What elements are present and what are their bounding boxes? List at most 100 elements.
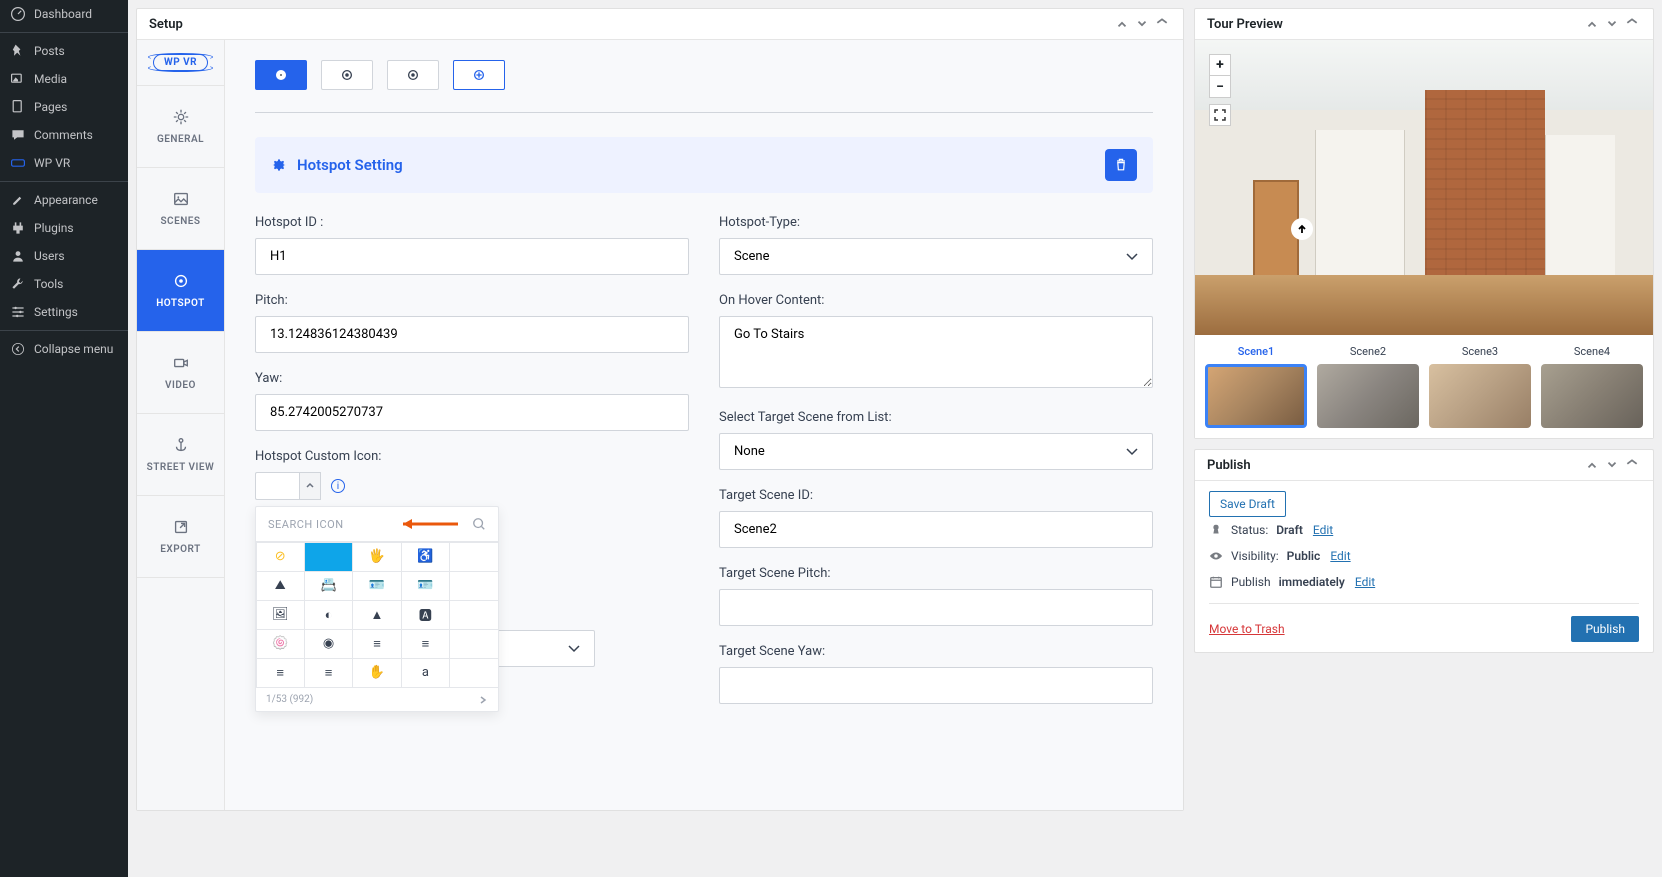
icon-option[interactable]: 🍥 [256,629,305,659]
icon-option[interactable]: 🪪 [401,571,450,601]
panel-toggle-icon[interactable] [1153,15,1171,33]
menu-users[interactable]: Users [0,242,128,270]
menu-dashboard[interactable]: Dashboard [0,0,128,28]
tour-preview-viewport[interactable]: + − [1195,40,1653,335]
icon-option[interactable] [449,542,498,572]
zoom-in-button[interactable]: + [1209,54,1231,76]
panel-down-icon[interactable] [1603,15,1621,33]
icon-option[interactable]: ◐ [304,600,353,630]
icon-option[interactable]: ≡ [352,629,401,659]
hotspot-nav-row [255,60,1153,113]
icon-option[interactable]: ≡ [256,658,305,688]
yaw-input[interactable] [255,394,689,431]
icon-option[interactable]: ♿ [401,542,450,572]
icon-option[interactable]: a [401,658,450,688]
edit-status-link[interactable]: Edit [1313,523,1333,537]
select-target-select[interactable]: None [719,433,1153,470]
target-pitch-input[interactable] [719,589,1153,626]
icon-option-none[interactable]: ⊘ [256,542,305,572]
target-id-input[interactable] [719,511,1153,548]
menu-plugins[interactable]: Plugins [0,214,128,242]
delete-hotspot-button[interactable] [1105,149,1137,181]
wp-admin-sidebar: Dashboard Posts Media Pages Comments WP … [0,0,128,877]
hotspot-id-label: Hotspot ID : [255,215,689,230]
menu-tools[interactable]: Tools [0,270,128,298]
hotspot-nav-3[interactable] [387,60,439,90]
tab-logo[interactable]: WP VR [137,40,224,86]
menu-collapse[interactable]: Collapse menu [0,335,128,363]
icon-option-selected[interactable] [304,542,353,572]
thumb-scene2[interactable]: Scene2 [1317,345,1419,428]
hover-content-input[interactable]: Go To Stairs [719,316,1153,388]
icon-option[interactable]: ▲ [352,600,401,630]
pitch-input[interactable] [255,316,689,353]
info-icon[interactable]: i [331,479,345,493]
menu-label: WP VR [34,156,70,170]
hotspot-nav-add[interactable] [453,60,505,90]
icon-option[interactable]: ✋ [352,658,401,688]
thumb-scene3[interactable]: Scene3 [1429,345,1531,428]
panel-down-icon[interactable] [1133,15,1151,33]
panel-up-icon[interactable] [1113,15,1131,33]
menu-posts[interactable]: Posts [0,37,128,65]
menu-appearance[interactable]: Appearance [0,186,128,214]
icon-option[interactable] [449,658,498,688]
tab-label: SCENES [160,216,200,227]
icon-option[interactable] [449,629,498,659]
menu-wpvr[interactable]: WP VR [0,149,128,177]
chevron-up-icon [305,481,315,491]
hotspot-id-input[interactable] [255,238,689,275]
tab-export[interactable]: EXPORT [137,496,224,578]
panel-toggle-icon[interactable] [1623,456,1641,474]
icon-option[interactable]: ≡ [304,658,353,688]
panel-up-icon[interactable] [1583,456,1601,474]
fullscreen-button[interactable] [1209,104,1231,126]
publish-button[interactable]: Publish [1571,616,1639,642]
hotspot-type-label: Hotspot-Type: [719,215,1153,230]
hotspot-nav-2[interactable] [321,60,373,90]
panel-up-icon[interactable] [1583,15,1601,33]
tab-video[interactable]: VIDEO [137,332,224,414]
thumb-label: Scene4 [1541,345,1643,358]
section-title: Hotspot Setting [297,156,403,174]
menu-label: Dashboard [34,7,92,21]
thumb-scene1[interactable]: Scene1 [1205,345,1307,428]
tab-scenes[interactable]: SCENES [137,168,224,250]
icon-option[interactable]: 🪪 [352,571,401,601]
icon-option[interactable] [449,571,498,601]
icon-option[interactable]: ≡ [401,629,450,659]
icon-option[interactable]: 🖐 [352,542,401,572]
menu-comments[interactable]: Comments [0,121,128,149]
tab-hotspot[interactable]: HOTSPOT [137,250,224,332]
thumb-label: Scene1 [1205,345,1307,358]
icon-option[interactable]: 🖼 [256,600,305,630]
hotspot-nav-1[interactable] [255,60,307,90]
trash-link[interactable]: Move to Trash [1209,622,1285,636]
icon-option[interactable]: 📇 [304,571,353,601]
icon-picker-toggle[interactable] [299,472,321,500]
edit-publish-link[interactable]: Edit [1355,575,1375,589]
icon-option[interactable]: ⛰ [256,571,305,601]
tab-label: VIDEO [165,380,196,391]
fullscreen-icon [1214,109,1226,121]
tab-streetview[interactable]: STREET VIEW [137,414,224,496]
tab-general[interactable]: GENERAL [137,86,224,168]
panel-toggle-icon[interactable] [1623,15,1641,33]
hotspot-marker[interactable] [1291,218,1313,240]
edit-visibility-link[interactable]: Edit [1330,549,1350,563]
menu-settings[interactable]: Settings [0,298,128,326]
target-yaw-input[interactable] [719,667,1153,704]
icon-option[interactable] [449,600,498,630]
page-icon [10,99,26,115]
thumb-image [1205,364,1307,428]
panel-down-icon[interactable] [1603,456,1621,474]
thumb-scene4[interactable]: Scene4 [1541,345,1643,428]
icon-option[interactable]: 🅰 [401,600,450,630]
hotspot-type-select[interactable]: Scene [719,238,1153,275]
icon-option[interactable]: ◉ [304,629,353,659]
chevron-right-icon[interactable] [478,695,488,705]
menu-media[interactable]: Media [0,65,128,93]
save-draft-button[interactable]: Save Draft [1209,491,1286,517]
menu-pages[interactable]: Pages [0,93,128,121]
zoom-out-button[interactable]: − [1209,76,1231,98]
